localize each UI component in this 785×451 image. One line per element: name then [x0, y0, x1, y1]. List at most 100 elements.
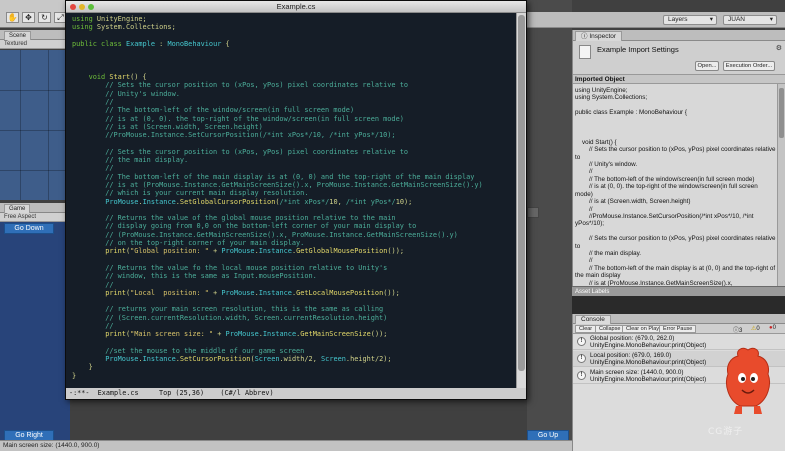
- warning-count-badge[interactable]: ⚠0: [751, 325, 760, 332]
- tab-scene[interactable]: Scene: [4, 31, 32, 40]
- code-line[interactable]: // Unity's window.: [72, 90, 512, 98]
- code-line[interactable]: // Returns the value fo the local mouse …: [72, 264, 512, 272]
- scrollbar-thumb[interactable]: [518, 15, 525, 371]
- code-token: // display going from 0,0 on the bottom-…: [72, 222, 417, 231]
- code-token: Instance: [142, 197, 176, 206]
- code-line[interactable]: // is at (0, 0). the top-right of the wi…: [72, 115, 512, 123]
- code-token: //set the mouse to the middle of our gam…: [72, 346, 305, 355]
- code-line[interactable]: // is at (Screen.width, Screen.height): [72, 123, 512, 131]
- code-token: // is at (Screen.width, Screen.height): [72, 122, 263, 131]
- code-line[interactable]: [72, 56, 512, 64]
- desktop: ✋ ✥ ↻ ⤢ Scene Textured Game Free Aspect …: [0, 0, 785, 451]
- code-line[interactable]: // window, this is the same as Input.mou…: [72, 272, 512, 280]
- code-line[interactable]: //: [72, 281, 512, 289]
- code-line[interactable]: print("Global position: " + ProMouse.Ins…: [72, 247, 512, 255]
- code-line[interactable]: [72, 32, 512, 40]
- move-tool-icon[interactable]: ✥: [22, 12, 35, 23]
- code-line[interactable]: // which is your current main display re…: [72, 189, 512, 197]
- tab-console[interactable]: Console: [575, 315, 611, 324]
- code-line[interactable]: using System.Collections;: [72, 23, 512, 31]
- code-line[interactable]: [72, 139, 512, 147]
- go-down-button[interactable]: Go Down: [4, 223, 54, 234]
- code-token: SetGlobalCursorPosition: [179, 197, 276, 206]
- aspect-select[interactable]: Free Aspect: [0, 213, 70, 222]
- code-line[interactable]: //: [72, 98, 512, 106]
- clear-button[interactable]: Clear: [575, 325, 597, 333]
- editor-titlebar[interactable]: Example.cs: [66, 1, 526, 13]
- code-token: "Main screen size: ": [130, 330, 214, 339]
- code-token: MonoBehaviour: [167, 39, 222, 48]
- code-line[interactable]: ProMouse.Instance.SetCursorPosition(Scre…: [72, 355, 512, 363]
- code-token: // which is your current main display re…: [72, 189, 309, 198]
- hand-tool-icon[interactable]: ✋: [6, 12, 19, 23]
- settings-gear-icon[interactable]: ⚙: [776, 44, 782, 52]
- code-token: Start: [109, 73, 131, 82]
- scene-mode-select[interactable]: Textured: [0, 40, 70, 49]
- mascot-logo: [726, 347, 770, 414]
- code-token: :: [154, 39, 168, 48]
- imported-object-preview: using UnityEngine; using System.Collecti…: [575, 87, 776, 286]
- code-line[interactable]: // (ProMouse.Instance.GetMainScreenSize(…: [72, 231, 512, 239]
- code-token: Screen: [254, 355, 280, 364]
- error-count-badge[interactable]: ●0: [769, 325, 776, 331]
- code-line[interactable]: //: [72, 164, 512, 172]
- code-line[interactable]: print("Local position: " + ProMouse.Inst…: [72, 289, 512, 297]
- code-line[interactable]: // Sets the cursor position to (xPos, yP…: [72, 148, 512, 156]
- code-line[interactable]: // is at (ProMouse.Instance.GetMainScree…: [72, 181, 512, 189]
- code-line[interactable]: // The bottom-left of the main display i…: [72, 173, 512, 181]
- code-line[interactable]: }: [72, 372, 512, 380]
- error-pause-button[interactable]: Error Pause: [659, 325, 697, 333]
- code-line[interactable]: }: [72, 363, 512, 371]
- code-line[interactable]: [72, 48, 512, 56]
- code-token: SetCursorPosition: [179, 355, 251, 364]
- code-token: ProMouse: [221, 288, 255, 297]
- rotate-tool-icon[interactable]: ↻: [38, 12, 51, 23]
- asset-labels-bar[interactable]: Asset Labels: [572, 286, 785, 296]
- tab-inspector[interactable]: ⓘ Inspector: [575, 31, 623, 41]
- scene-view[interactable]: [0, 50, 70, 200]
- code-token: using: [72, 15, 97, 23]
- code-buffer[interactable]: using UnityEngine; using System.Collectio…: [66, 13, 518, 389]
- execution-order-button[interactable]: Execution Order...: [723, 61, 775, 71]
- code-line[interactable]: // Returns the value of the global mouse…: [72, 214, 512, 222]
- code-token: {: [221, 39, 230, 48]
- code-line[interactable]: // (Screen.currentResolution.width, Scre…: [72, 314, 512, 322]
- code-line[interactable]: [72, 256, 512, 264]
- code-line[interactable]: // Sets the cursor position to (xPos, yP…: [72, 81, 512, 89]
- code-line[interactable]: // display going from 0,0 on the bottom-…: [72, 222, 512, 230]
- code-line[interactable]: // on the top-right corner of your main …: [72, 239, 512, 247]
- code-line[interactable]: //set the mouse to the middle of our gam…: [72, 347, 512, 355]
- code-line[interactable]: [72, 65, 512, 73]
- code-line[interactable]: void Start() {: [72, 73, 512, 81]
- info-icon: ⓘ: [581, 33, 588, 40]
- collapse-button[interactable]: Collapse: [595, 325, 625, 333]
- open-button[interactable]: Open...: [695, 61, 719, 71]
- editor-scrollbar[interactable]: [516, 13, 526, 389]
- code-line[interactable]: [72, 297, 512, 305]
- code-line[interactable]: // The bottom-left of the window/screen(…: [72, 106, 512, 114]
- code-line[interactable]: ProMouse.Instance.SetGlobalCursorPositio…: [72, 198, 512, 206]
- inspector-tab-strip: ⓘ Inspector: [573, 30, 785, 41]
- code-line[interactable]: [72, 339, 512, 347]
- tab-game[interactable]: Game: [4, 204, 31, 213]
- code-line[interactable]: // returns your main screen resolution, …: [72, 305, 512, 313]
- watermark: CG游子: [708, 427, 744, 437]
- clear-on-play-button[interactable]: Clear on Play: [622, 325, 664, 333]
- inspector-scrollbar[interactable]: [777, 84, 785, 286]
- code-line[interactable]: // the main display.: [72, 156, 512, 164]
- code-line[interactable]: public class Example : MonoBehaviour {: [72, 40, 512, 48]
- log-count-badge[interactable]: ⓘ3: [733, 325, 742, 334]
- script-file-icon: [579, 45, 591, 59]
- code-line[interactable]: //: [72, 322, 512, 330]
- code-token: // Returns the value fo the local mouse …: [72, 263, 388, 272]
- layers-dropdown[interactable]: Layers ▾: [663, 15, 717, 25]
- layout-dropdown[interactable]: JUAN ▾: [723, 15, 777, 25]
- code-token: ProMouse: [105, 197, 139, 206]
- code-line[interactable]: //ProMouse.Instance.SetCursorPosition(/*…: [72, 131, 512, 139]
- code-line[interactable]: [72, 206, 512, 214]
- code-line[interactable]: print("Main screen size: " + ProMouse.In…: [72, 330, 512, 338]
- code-line[interactable]: using UnityEngine;: [72, 15, 512, 23]
- game-view[interactable]: [0, 222, 70, 451]
